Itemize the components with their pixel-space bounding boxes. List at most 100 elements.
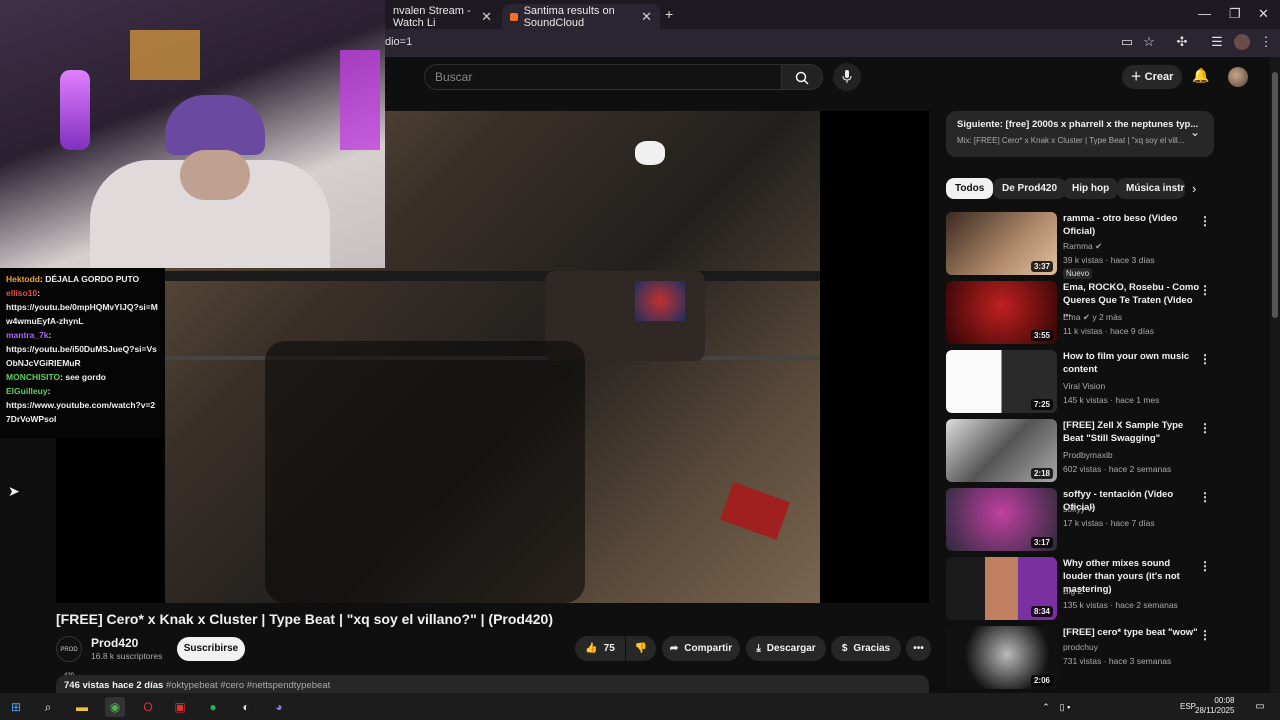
tray-icons[interactable]: ▯ ▪ ◉ ▭ ▭ ◐ ♪ ▭ ⌘ ◯ ♫ — [1055, 697, 1075, 717]
recommendation-item[interactable]: 8:34 Why other mixes sound louder than y… — [946, 557, 1211, 621]
recommendation-meta: 145 k vistas · hace 1 mes — [1063, 395, 1160, 405]
channel-name[interactable]: Prod420 — [91, 636, 138, 650]
notifications-bell-icon[interactable]: 🔔 — [1192, 67, 1209, 84]
recommendation-item[interactable]: 3:55 Ema, ROCKO, Rosebu - Como Queres Qu… — [946, 281, 1211, 345]
like-button[interactable]: 👍 75 — [575, 636, 625, 661]
video-thumbnail[interactable]: 3:55 — [946, 281, 1057, 344]
video-thumbnail[interactable]: 7:25 — [946, 350, 1057, 413]
notification-icon[interactable]: ▭ — [1250, 697, 1270, 717]
subscribe-button[interactable]: Suscribirse — [177, 637, 245, 661]
video-thumbnail[interactable]: 8:34 — [946, 557, 1057, 620]
description-box[interactable]: 746 vistas hace 2 días #oktypebeat #cero… — [56, 675, 929, 695]
video-thumbnail[interactable]: 3:37 — [946, 212, 1057, 275]
chat-message: Hektodd: DÉJALA GORDO PUTO — [6, 274, 140, 284]
recommendation-channel[interactable]: Viral Vision — [1063, 381, 1105, 391]
chip-musica-instrumental[interactable]: Música instr — [1117, 178, 1185, 199]
duration-badge: 8:34 — [1030, 606, 1053, 617]
spotify-icon[interactable]: ● — [203, 697, 223, 717]
browser-tab-stream[interactable]: nvalen Stream - Watch Li ✕ — [385, 4, 500, 29]
more-vertical-icon[interactable]: ⋮ — [1199, 559, 1211, 573]
scrollbar-thumb[interactable] — [1272, 72, 1278, 318]
restore-icon[interactable]: ❐ — [1229, 6, 1241, 22]
chat-message: mantra_7k: — [6, 330, 52, 340]
taskbar-clock[interactable]: 00:08 28/11/2025 — [1195, 696, 1234, 716]
extensions-icon[interactable]: ✣ — [1174, 34, 1190, 50]
search-icon — [795, 71, 809, 85]
chevron-up-icon[interactable]: ⌃ — [1036, 697, 1056, 717]
app-icon[interactable]: ▣ — [170, 697, 190, 717]
recommendation-item[interactable]: 3:17 soffyy - tentación (Video Oficial) … — [946, 488, 1211, 552]
chevron-down-icon[interactable]: ⌄ — [1190, 125, 1200, 139]
chip-todos[interactable]: Todos — [946, 178, 994, 199]
chevron-right-icon[interactable]: › — [1192, 181, 1196, 196]
recommendation-item[interactable]: 3:37 ramma - otro beso (Video Oficial) R… — [946, 212, 1211, 279]
next-up-subtitle: Mix: [FREE] Cero* x Knak x Cluster | Typ… — [957, 136, 1185, 145]
account-avatar[interactable] — [1228, 67, 1248, 87]
recommendation-channel[interactable]: Prodbymaxib — [1063, 450, 1113, 460]
chip-de-prod420[interactable]: De Prod420 — [993, 178, 1067, 199]
discord-icon[interactable]: ◕ — [269, 697, 289, 717]
recommendation-title[interactable]: How to film your own music content — [1063, 350, 1201, 376]
file-explorer-icon[interactable]: ▬ — [72, 697, 92, 717]
recommendation-item[interactable]: 2:06 [FREE] cero* type beat "wow" prodch… — [946, 626, 1211, 690]
video-thumbnail[interactable]: 2:06 — [946, 626, 1057, 689]
recommendation-item[interactable]: 2:18 [FREE] Zell X Sample Type Beat "Sti… — [946, 419, 1211, 483]
recommendation-channel[interactable]: prodchuy — [1063, 642, 1098, 652]
minimize-icon[interactable]: — — [1198, 6, 1211, 21]
chat-message: https://youtu.be/i50DuMSJueQ?si=VsObNJcV… — [6, 344, 157, 368]
recommendation-title[interactable]: Why other mixes sound louder than yours … — [1063, 557, 1201, 596]
download-button[interactable]: ⤓ Descargar — [746, 636, 826, 661]
new-tab-icon[interactable]: + — [665, 6, 673, 22]
close-window-icon[interactable]: ✕ — [1258, 6, 1269, 22]
video-thumbnail[interactable]: 2:18 — [946, 419, 1057, 482]
opera-icon[interactable]: O — [138, 697, 158, 717]
recommendation-meta: 135 k vistas · hace 2 semanas — [1063, 600, 1178, 610]
recommendation-title[interactable]: ramma - otro beso (Video Oficial) — [1063, 212, 1201, 238]
download-icon: ⤓ — [756, 643, 761, 654]
bookmark-star-icon[interactable]: ☆ — [1141, 34, 1157, 50]
chip-hip-hop[interactable]: Hip hop — [1063, 178, 1119, 199]
media-control-icon[interactable]: ☰ — [1209, 34, 1225, 50]
url-field[interactable]: dio=1 — [385, 36, 412, 48]
recommendation-meta: 11 k vistas · hace 9 días — [1063, 326, 1155, 336]
create-button[interactable]: ＋ Crear — [1122, 65, 1182, 89]
recommendation-channel[interactable]: Ema ✔ y 2 más — [1063, 312, 1122, 323]
recommendation-channel[interactable]: Ramma ✔ — [1063, 241, 1102, 252]
recommendation-title[interactable]: [FREE] Zell X Sample Type Beat "Still Sw… — [1063, 419, 1201, 445]
obs-icon[interactable]: ◐ — [236, 697, 256, 717]
search-icon[interactable]: ⌕ — [38, 697, 58, 717]
next-up-panel[interactable]: Siguiente: [free] 2000s x pharrell x the… — [946, 111, 1214, 157]
recommendation-meta: 39 k vistas · hace 3 días — [1063, 255, 1155, 265]
more-vertical-icon[interactable]: ⋮ — [1199, 214, 1211, 228]
share-button[interactable]: ➦ Compartir — [662, 636, 740, 661]
more-vertical-icon[interactable]: ⋮ — [1199, 490, 1211, 504]
more-vertical-icon[interactable]: ⋮ — [1199, 421, 1211, 435]
thanks-button[interactable]: $ Gracias — [831, 636, 901, 661]
search-button[interactable] — [781, 64, 823, 90]
close-tab-icon[interactable]: ✕ — [641, 9, 652, 25]
chrome-icon[interactable]: ◉ — [105, 697, 125, 717]
more-vertical-icon[interactable]: ⋮ — [1199, 352, 1211, 366]
dislike-button[interactable]: 👎 — [626, 636, 656, 661]
more-vertical-icon[interactable]: ⋮ — [1199, 628, 1211, 642]
windows-start-icon[interactable]: ⊞ — [6, 697, 26, 717]
menu-dots-icon[interactable]: ⋮ — [1258, 34, 1274, 50]
recommendation-title[interactable]: [FREE] cero* type beat "wow" — [1063, 626, 1201, 639]
cast-icon[interactable]: ▭ — [1119, 34, 1135, 50]
more-actions-button[interactable]: ••• — [906, 636, 931, 661]
browser-tab-soundcloud[interactable]: Santima results on SoundCloud ✕ — [502, 4, 660, 29]
profile-avatar-icon[interactable] — [1234, 34, 1250, 50]
video-thumbnail[interactable]: 3:17 — [946, 488, 1057, 551]
recommendation-item[interactable]: 7:25 How to film your own music content … — [946, 350, 1211, 414]
search-input[interactable]: Buscar — [424, 64, 782, 90]
more-vertical-icon[interactable]: ⋮ — [1199, 283, 1211, 297]
thumbs-down-icon: 👎 — [634, 643, 648, 654]
new-badge: Nuevo — [1063, 268, 1093, 279]
recommendation-channel[interactable]: soffyy ✔ — [1063, 504, 1095, 515]
clock-time: 00:08 — [1214, 696, 1235, 705]
hashtags[interactable]: #oktypebeat #cero #nettspendtypebeat — [166, 680, 330, 691]
voice-search-button[interactable] — [833, 63, 861, 91]
channel-avatar[interactable]: PROD 420 — [56, 636, 82, 679]
recommendation-channel[interactable]: Big Z — [1063, 586, 1083, 596]
close-tab-icon[interactable]: ✕ — [481, 9, 492, 25]
